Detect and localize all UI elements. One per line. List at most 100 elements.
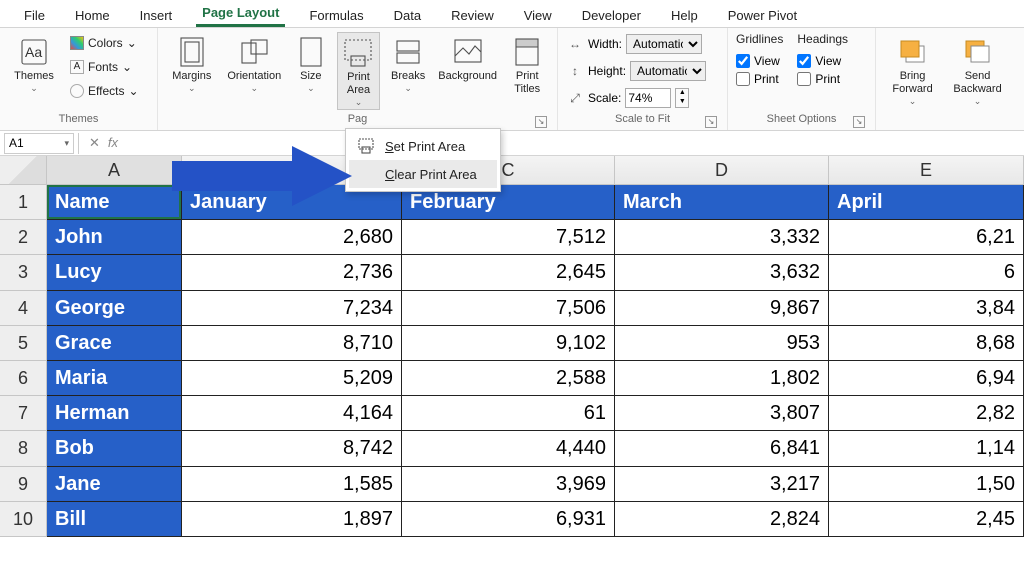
cell[interactable]: Maria	[47, 361, 182, 396]
cell[interactable]: 8,710	[182, 326, 402, 361]
cell[interactable]: 5,209	[182, 361, 402, 396]
cell[interactable]: 7,234	[182, 291, 402, 326]
height-select[interactable]: Automatic	[630, 61, 706, 81]
sheet-options-launcher[interactable]: ↘	[853, 116, 865, 128]
gridlines-print-checkbox[interactable]	[736, 72, 750, 86]
cell[interactable]: 6,931	[402, 502, 615, 537]
cell[interactable]: 2,680	[182, 220, 402, 255]
col-header-D[interactable]: D	[615, 156, 829, 184]
cell[interactable]: 3,332	[615, 220, 829, 255]
send-backward-button[interactable]: Send Backward⌄	[947, 32, 1008, 110]
cell[interactable]: 3,632	[615, 255, 829, 290]
background-button[interactable]: Background	[436, 32, 499, 110]
cell[interactable]: Grace	[47, 326, 182, 361]
tab-formulas[interactable]: Formulas	[303, 4, 369, 27]
tab-home[interactable]: Home	[69, 4, 116, 27]
select-all-corner[interactable]	[0, 156, 47, 184]
cell[interactable]: 2,645	[402, 255, 615, 290]
cell[interactable]: 1,50	[829, 467, 1024, 502]
cancel-icon[interactable]: ✕	[89, 135, 100, 151]
row-header[interactable]: 4	[0, 291, 47, 326]
cell[interactable]: 3,217	[615, 467, 829, 502]
tab-view[interactable]: View	[518, 4, 558, 27]
headings-print-checkbox[interactable]	[797, 72, 811, 86]
cell[interactable]: Bill	[47, 502, 182, 537]
cell[interactable]: 8,68	[829, 326, 1024, 361]
themes-button[interactable]: Aa Themes⌄	[8, 32, 60, 110]
tab-developer[interactable]: Developer	[576, 4, 647, 27]
size-button[interactable]: Size⌄	[291, 32, 331, 110]
cell[interactable]: 1,802	[615, 361, 829, 396]
cell[interactable]: George	[47, 291, 182, 326]
tab-page-layout[interactable]: Page Layout	[196, 1, 285, 27]
cell[interactable]: 2,82	[829, 396, 1024, 431]
cell[interactable]: Jane	[47, 467, 182, 502]
tab-help[interactable]: Help	[665, 4, 704, 27]
cell[interactable]: 6,21	[829, 220, 1024, 255]
row-header[interactable]: 2	[0, 220, 47, 255]
cell[interactable]: 3,84	[829, 291, 1024, 326]
cell[interactable]: 6,94	[829, 361, 1024, 396]
cell[interactable]: 9,867	[615, 291, 829, 326]
cell[interactable]: Lucy	[47, 255, 182, 290]
cell[interactable]: Herman	[47, 396, 182, 431]
cell[interactable]: 2,588	[402, 361, 615, 396]
tab-power-pivot[interactable]: Power Pivot	[722, 4, 803, 27]
page-setup-launcher[interactable]: ↘	[535, 116, 547, 128]
tab-file[interactable]: File	[18, 4, 51, 27]
name-box[interactable]: A1▾	[4, 133, 74, 154]
cell[interactable]: April	[829, 185, 1024, 220]
bring-forward-button[interactable]: Bring Forward⌄	[884, 32, 941, 110]
row-header[interactable]: 1	[0, 185, 47, 220]
cell[interactable]: 2,824	[615, 502, 829, 537]
width-select[interactable]: Automatic	[626, 34, 702, 54]
cell[interactable]: 7,506	[402, 291, 615, 326]
tab-review[interactable]: Review	[445, 4, 500, 27]
cell[interactable]: 4,440	[402, 431, 615, 466]
row-header[interactable]: 5	[0, 326, 47, 361]
margins-button[interactable]: Margins⌄	[166, 32, 218, 110]
headings-view-checkbox[interactable]	[797, 54, 811, 68]
row-header[interactable]: 6	[0, 361, 47, 396]
cell[interactable]: 1,897	[182, 502, 402, 537]
tab-insert[interactable]: Insert	[134, 4, 179, 27]
gridlines-view-checkbox[interactable]	[736, 54, 750, 68]
print-titles-button[interactable]: Print Titles	[505, 32, 549, 110]
tab-data[interactable]: Data	[388, 4, 427, 27]
cell[interactable]: 953	[615, 326, 829, 361]
row-header[interactable]: 8	[0, 431, 47, 466]
row-header[interactable]: 7	[0, 396, 47, 431]
cell[interactable]: John	[47, 220, 182, 255]
effects-button[interactable]: Effects ⌄	[66, 80, 143, 102]
cell[interactable]: 3,807	[615, 396, 829, 431]
cell[interactable]: 1,585	[182, 467, 402, 502]
fonts-button[interactable]: AFonts ⌄	[66, 56, 143, 78]
cell[interactable]: 6,841	[615, 431, 829, 466]
breaks-button[interactable]: Breaks⌄	[386, 32, 430, 110]
cell[interactable]: 2,45	[829, 502, 1024, 537]
clear-print-area-item[interactable]: Clear Print Area	[349, 160, 497, 188]
scale-input[interactable]	[625, 88, 671, 108]
row-header[interactable]: 9	[0, 467, 47, 502]
row-header[interactable]: 3	[0, 255, 47, 290]
cell[interactable]: 6	[829, 255, 1024, 290]
colors-button[interactable]: Colors ⌄	[66, 32, 143, 54]
cell[interactable]: 7,512	[402, 220, 615, 255]
row-header[interactable]: 10	[0, 502, 47, 537]
set-print-area-item[interactable]: Set Print Area	[349, 132, 497, 160]
cell[interactable]: 1,14	[829, 431, 1024, 466]
col-header-A[interactable]: A	[47, 156, 182, 184]
cell[interactable]: 8,742	[182, 431, 402, 466]
print-area-button[interactable]: Print Area⌄	[337, 32, 381, 110]
cell[interactable]: Bob	[47, 431, 182, 466]
cell[interactable]: 61	[402, 396, 615, 431]
cell[interactable]: 3,969	[402, 467, 615, 502]
cell[interactable]: March	[615, 185, 829, 220]
cell[interactable]: Name	[47, 185, 182, 220]
fx-icon[interactable]: fx	[108, 135, 118, 151]
col-header-E[interactable]: E	[829, 156, 1024, 184]
cell[interactable]: 2,736	[182, 255, 402, 290]
scale-spinner[interactable]: ▲▼	[675, 88, 689, 108]
cell[interactable]: 4,164	[182, 396, 402, 431]
cell[interactable]: 9,102	[402, 326, 615, 361]
